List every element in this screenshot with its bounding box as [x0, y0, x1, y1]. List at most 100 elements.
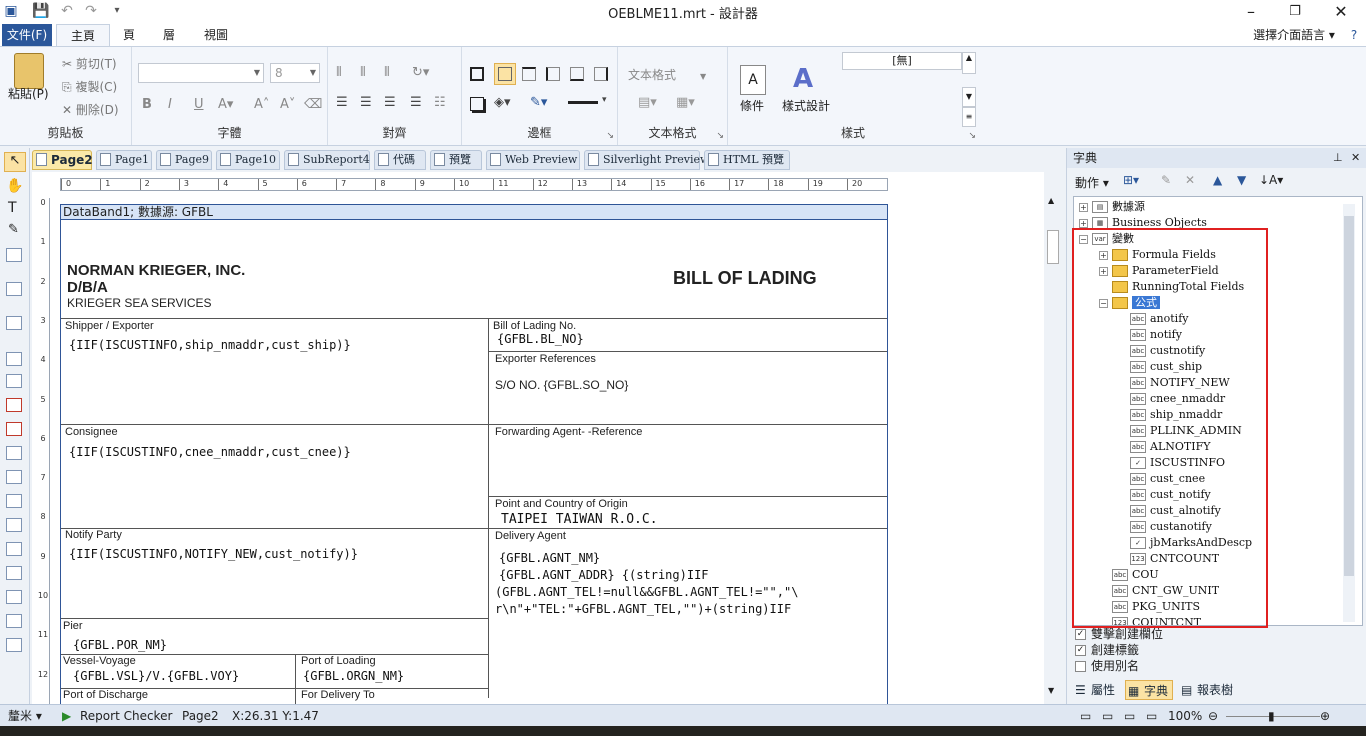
style-scroll-up-icon[interactable]: ▲ [962, 52, 976, 74]
tab-silverlight-preview[interactable]: Silverlight Preview [584, 150, 709, 170]
text-format-combo[interactable]: 文本格式 ▼ [628, 66, 706, 83]
picture-component-icon[interactable] [6, 590, 22, 604]
tab-web-preview[interactable]: Web Preview [486, 150, 580, 170]
minimize-button[interactable]: – [1236, 2, 1266, 22]
designer-scrollbar[interactable]: ▲ ▼ [1044, 192, 1062, 700]
style-combo[interactable]: [無] [842, 52, 962, 70]
option-checkbox[interactable]: ✓ 創建標籤 [1073, 642, 1139, 658]
tab-home[interactable]: 主頁 [56, 24, 110, 46]
pointer-tool-icon[interactable]: ↖ [4, 152, 26, 172]
font-size-combo[interactable]: 8 ▼ [270, 63, 320, 83]
align-right-icon[interactable]: ☰ [384, 95, 396, 110]
panel-close-icon[interactable]: ✕ [1351, 148, 1360, 168]
format-editor-icon[interactable]: ▦▾ [676, 95, 695, 110]
border-style-dropdown-icon[interactable]: ▾ [602, 95, 607, 105]
zoom-in-icon[interactable]: ⊕ [1320, 705, 1330, 727]
underline-icon[interactable]: U [194, 97, 204, 112]
delivery-expression-4[interactable]: r\n"+"TEL:"+GFBL.AGNT_TEL,"")+(string)II… [495, 602, 791, 616]
notify-party-label[interactable]: Notify Party [65, 529, 122, 541]
unit-selector[interactable]: 釐米 ▾ [8, 705, 42, 727]
align-left-icon[interactable]: ☰ [336, 95, 348, 110]
move-up-icon[interactable]: ▲ [1213, 173, 1222, 187]
delivery-expression-3[interactable]: (GFBL.AGNT_TEL!=null&&GFBL.AGNT_TEL!="",… [495, 585, 798, 599]
page-width-icon[interactable]: ▭ [1102, 705, 1113, 727]
expander-icon[interactable]: + [1079, 203, 1088, 212]
font-name-combo[interactable]: ▼ [138, 63, 264, 83]
option-checkbox[interactable]: ✓ 雙擊創建欄位 [1073, 626, 1163, 642]
style-launcher-icon[interactable]: ↘ [968, 131, 976, 141]
port-of-loading-expression[interactable]: {GFBL.ORGN_NM} [303, 669, 404, 683]
text-component-icon[interactable] [6, 374, 22, 388]
condition-button[interactable]: 條件 [740, 97, 764, 114]
subreport-component-icon[interactable] [6, 494, 22, 508]
fill-color-icon[interactable]: ◈▾ [494, 95, 511, 110]
move-down-icon[interactable]: ▼ [1237, 173, 1246, 187]
vertical-align-bottom-icon[interactable]: ⦀ [384, 65, 390, 80]
tree-scroll-thumb[interactable] [1344, 216, 1354, 576]
cut-button[interactable]: ✂ 剪切(T) [62, 55, 117, 72]
tab-page10[interactable]: Page10 [216, 150, 280, 170]
designer-canvas[interactable]: 0 1 2 3 4 5 6 7 8 9 10 11 12 13 14 15 16 17 18 19 20 0123456… [32, 172, 1044, 704]
panel-component-icon[interactable] [6, 470, 22, 484]
vertical-align-top-icon[interactable]: ⦀ [336, 65, 342, 80]
table-component-icon[interactable] [6, 518, 22, 532]
copy-button[interactable]: ⎘ 複製(C) [62, 78, 117, 95]
style-designer-icon[interactable]: A [788, 63, 818, 95]
scroll-up-icon[interactable]: ▲ [1048, 196, 1054, 205]
tab-code[interactable]: 代碼 [374, 150, 426, 170]
tree-node[interactable]: ▤ 數據源 [1092, 199, 1145, 215]
cross-band-tool-icon[interactable] [6, 282, 22, 296]
delivery-expression-1[interactable]: {GFBL.AGNT_NM} [499, 551, 600, 565]
tab-dictionary[interactable]: ▦ 字典 [1125, 680, 1174, 700]
tab-html-preview[interactable]: HTML 預覽 [704, 150, 790, 170]
checkbox-component-icon[interactable] [6, 566, 22, 580]
barcode-component-icon[interactable] [6, 614, 22, 628]
clear-format-icon[interactable]: ⌫ [304, 97, 322, 112]
page-tool-icon[interactable] [6, 352, 22, 366]
tab-properties[interactable]: ☰ 屬性 [1073, 680, 1115, 700]
exporter-ref-label[interactable]: Exporter References [495, 353, 596, 365]
shrink-font-icon[interactable]: A˅ [280, 97, 295, 112]
consignee-expression[interactable]: {IIF(ISCUSTINFO,cnee_nmaddr,cust_cnee)} [69, 445, 351, 459]
scroll-thumb[interactable] [1047, 230, 1059, 264]
paste-button[interactable]: 粘貼(P) [8, 85, 49, 102]
delete-item-icon[interactable]: ✕ [1185, 173, 1195, 187]
option-checkbox[interactable]: 使用別名 [1073, 658, 1139, 674]
multi-page-icon[interactable]: ▭ [1146, 705, 1157, 727]
text-format-launcher-icon[interactable]: ↘ [716, 131, 724, 141]
restore-button[interactable]: ❐ [1280, 2, 1310, 22]
tab-report-tree[interactable]: ▤ 報表樹 [1179, 680, 1233, 700]
grow-font-icon[interactable]: A˄ [254, 97, 269, 112]
vertical-align-center-icon[interactable]: ⦀ [360, 65, 366, 80]
panel-tool-icon[interactable] [6, 316, 22, 330]
delivery-expression-2[interactable]: {GFBL.AGNT_ADDR} {(string)IIF [499, 568, 709, 582]
border-style-icon[interactable] [568, 101, 598, 104]
border-none-icon[interactable] [494, 63, 516, 85]
image-component-icon[interactable] [6, 422, 22, 436]
chart-component-icon[interactable] [6, 542, 22, 556]
style-scroll-down-icon[interactable]: ▼ [962, 87, 976, 107]
borders-launcher-icon[interactable]: ↘ [606, 131, 614, 141]
for-delivery-label[interactable]: For Delivery To [301, 689, 375, 701]
right-border-icon[interactable] [594, 67, 608, 81]
page-view-icon[interactable]: ▭ [1080, 705, 1091, 727]
top-border-icon[interactable] [522, 67, 536, 81]
tab-layer[interactable]: 層 [154, 24, 184, 46]
word-wrap-icon[interactable]: ☷ [434, 95, 446, 110]
pier-expression[interactable]: {GFBL.POR_NM} [73, 638, 167, 652]
zoom-out-icon[interactable]: ⊖ [1208, 705, 1218, 727]
bold-icon[interactable]: B [142, 97, 152, 112]
border-color-icon[interactable]: ✎▾ [530, 95, 547, 110]
text-tool-icon[interactable]: T [8, 200, 17, 216]
format-icon[interactable]: ▤▾ [638, 95, 657, 110]
scroll-down-icon[interactable]: ▼ [1048, 686, 1054, 695]
style-designer-button[interactable]: 樣式設計 [782, 97, 830, 114]
tab-page2[interactable]: Page2 [32, 150, 93, 170]
shipper-expression[interactable]: {IIF(ISCUSTINFO,ship_nmaddr,cust_ship)} [69, 338, 351, 352]
zoom-slider-handle[interactable]: ▮ [1268, 705, 1275, 727]
actions-button[interactable]: 動作 ▾ [1075, 174, 1109, 191]
new-item-icon[interactable]: ⊞▾ [1123, 173, 1139, 187]
company-name[interactable]: NORMAN KRIEGER, INC. [67, 262, 245, 279]
help-icon[interactable]: ? [1346, 24, 1362, 46]
rectangle-component-icon[interactable] [6, 638, 22, 652]
